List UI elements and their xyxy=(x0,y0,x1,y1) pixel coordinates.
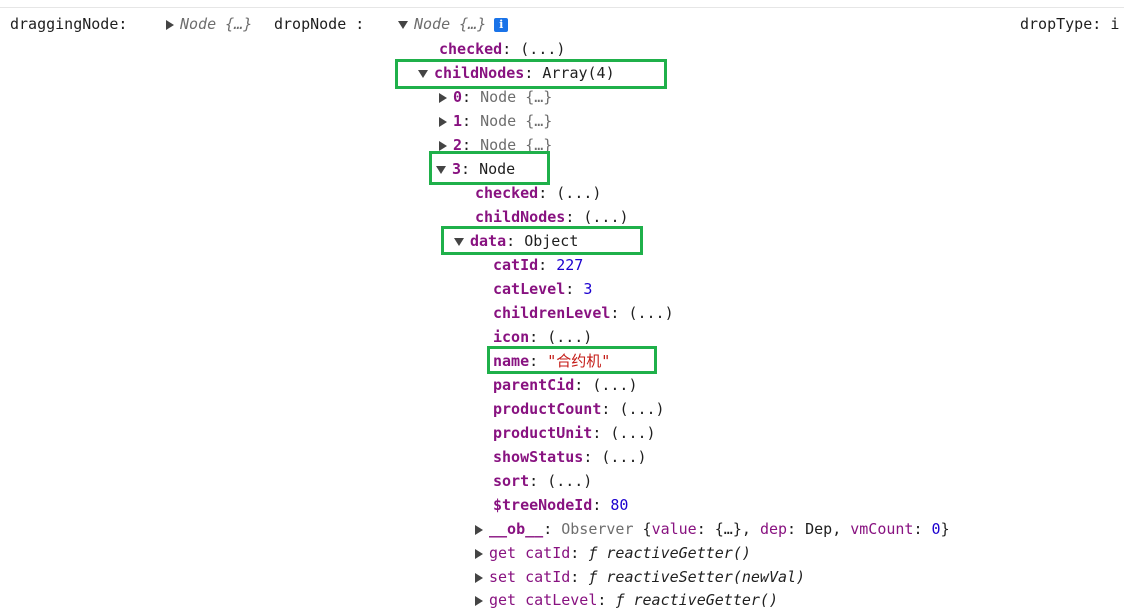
field-row: productUnit: (...) xyxy=(493,424,656,442)
expand-arrow-icon[interactable] xyxy=(439,116,447,127)
tree-row-set-catid[interactable]: set catId: ƒ reactiveSetter(newVal) xyxy=(475,566,805,588)
expand-arrow-icon[interactable] xyxy=(475,572,483,583)
field-row: $treeNodeId: 80 xyxy=(493,496,629,514)
collapse-arrow-icon[interactable] xyxy=(398,20,408,29)
field-row: childrenLevel: (...) xyxy=(493,304,674,322)
expand-arrow-icon[interactable] xyxy=(475,595,483,606)
field-row: icon: (...) xyxy=(493,328,593,346)
field-row: showStatus: (...) xyxy=(493,448,647,466)
tree-row-checked: checked: (...) xyxy=(439,40,566,58)
expand-arrow-icon[interactable] xyxy=(475,548,483,559)
collapse-arrow-icon[interactable] xyxy=(436,165,446,174)
tree-row-node3-childnodes: childNodes: (...) xyxy=(475,208,629,226)
tree-row-get-catid[interactable]: get catId: ƒ reactiveGetter() xyxy=(475,542,751,564)
tree-row-child-1[interactable]: 1: Node {…} xyxy=(439,110,552,132)
tree-row-data[interactable]: data: Object xyxy=(454,230,578,252)
console-top-border xyxy=(0,0,1124,8)
tree-row-child-2[interactable]: 2: Node {…} xyxy=(439,134,552,156)
dragging-node-preview[interactable]: Node {…} xyxy=(166,13,252,35)
drop-node-preview[interactable]: Node {…} i xyxy=(398,13,509,35)
tree-row-child-0[interactable]: 0: Node {…} xyxy=(439,86,552,108)
field-row: sort: (...) xyxy=(493,472,593,490)
field-row: parentCid: (...) xyxy=(493,376,638,394)
expand-arrow-icon[interactable] xyxy=(439,140,447,151)
collapse-arrow-icon[interactable] xyxy=(418,69,428,78)
tree-row-child-3[interactable]: 3: Node xyxy=(436,158,515,180)
tree-row-get-catlevel[interactable]: get catLevel: ƒ reactiveGetter() xyxy=(475,589,778,611)
dragging-node-label: draggingNode: xyxy=(10,15,128,33)
info-icon[interactable]: i xyxy=(494,17,509,32)
expand-arrow-icon[interactable] xyxy=(166,19,174,30)
drop-node-label: dropNode : xyxy=(274,15,365,33)
field-row: catId: 227 xyxy=(493,256,584,274)
field-row: catLevel: 3 xyxy=(493,280,593,298)
collapse-arrow-icon[interactable] xyxy=(454,237,464,246)
field-row: productCount: (...) xyxy=(493,400,665,418)
drop-type-label: dropType: i xyxy=(1020,15,1120,33)
tree-row-ob[interactable]: __ob__: Observer {value: {…}, dep: Dep, … xyxy=(475,518,950,540)
tree-row-node3-checked: checked: (...) xyxy=(475,184,602,202)
tree-row-childnodes[interactable]: childNodes: Array(4) xyxy=(418,62,615,84)
expand-arrow-icon[interactable] xyxy=(439,92,447,103)
console-log-line: draggingNode: xyxy=(10,13,127,35)
expand-arrow-icon[interactable] xyxy=(475,524,483,535)
field-row-name: name: "合约机" xyxy=(493,352,611,370)
